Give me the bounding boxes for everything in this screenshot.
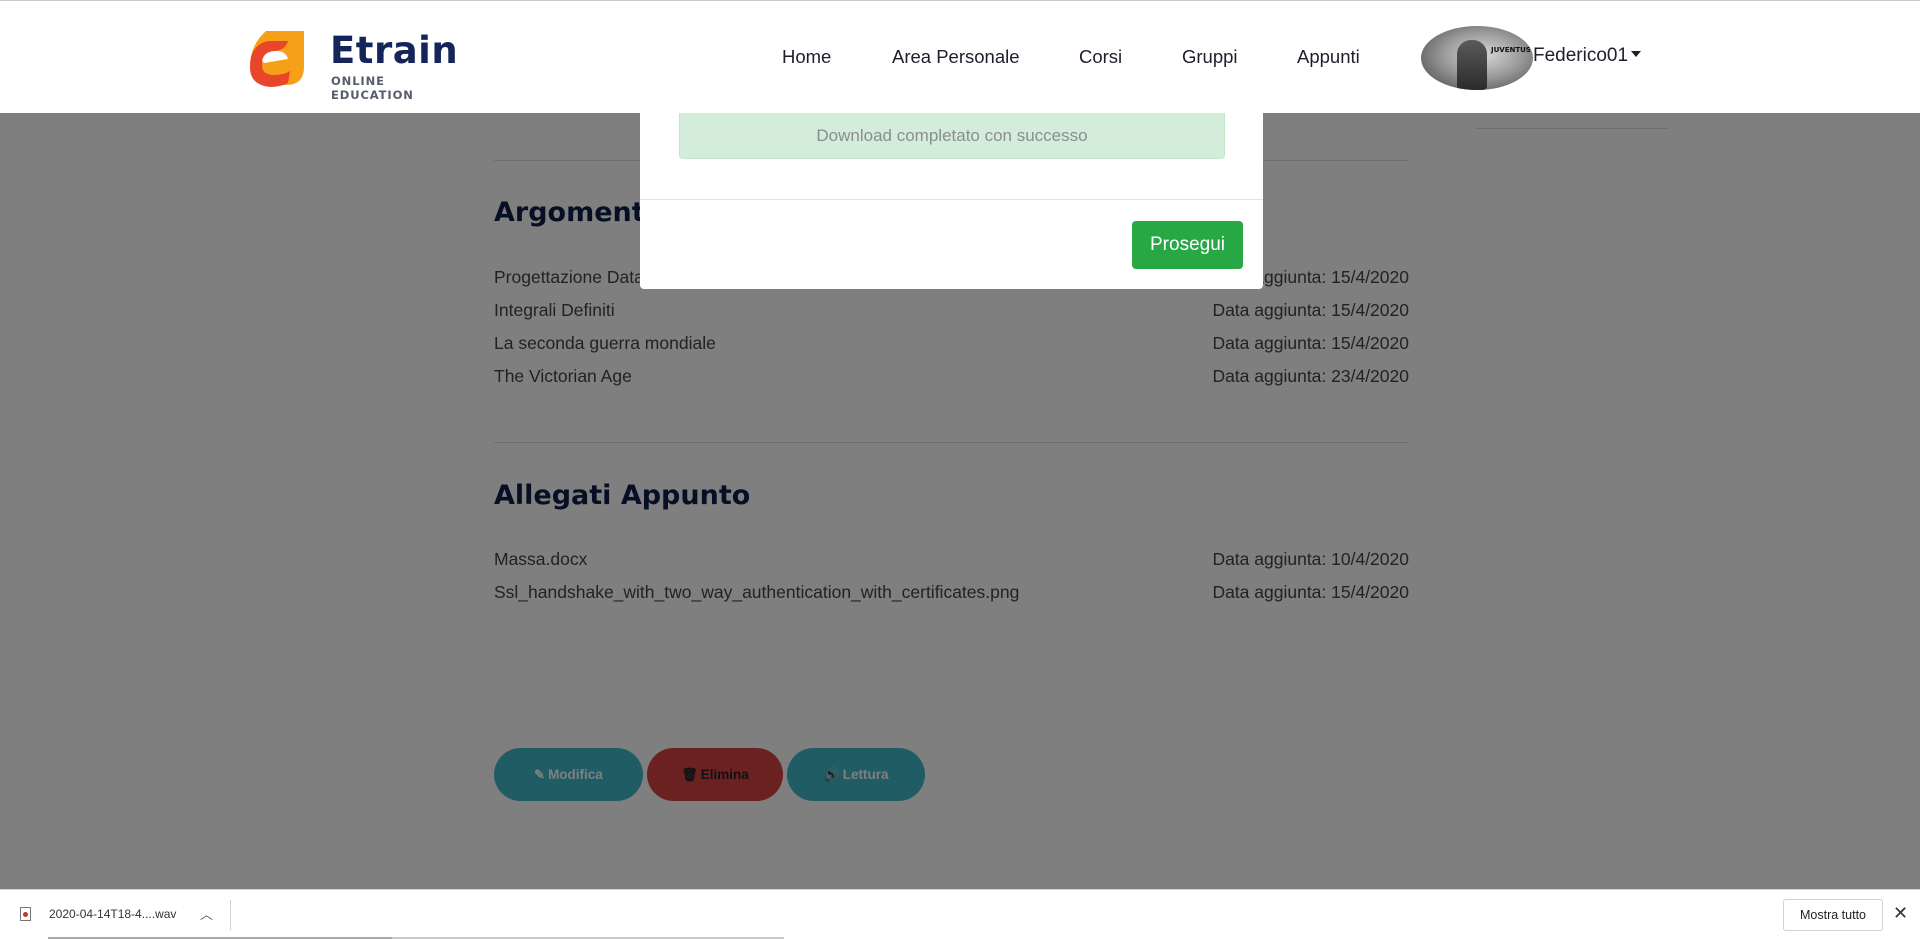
nav-corsi[interactable]: Corsi (1079, 46, 1122, 68)
nav-home[interactable]: Home (782, 46, 831, 68)
etrain-logo-icon (250, 31, 304, 87)
close-icon[interactable]: ✕ (1893, 903, 1908, 924)
modal-footer-divider (640, 199, 1263, 200)
file-icon (20, 907, 31, 921)
avatar-figure (1457, 40, 1487, 90)
chevron-up-icon[interactable]: ︿ (200, 904, 213, 923)
brand-name: Etrain (330, 29, 459, 72)
download-file-name[interactable]: 2020-04-14T18-4....wav (49, 907, 176, 921)
nav-gruppi[interactable]: Gruppi (1182, 46, 1238, 68)
caret-down-icon (1631, 50, 1642, 57)
user-menu-dropdown[interactable]: Federico01 (1533, 45, 1642, 67)
nav-area-personale[interactable]: Area Personale (892, 46, 1020, 68)
brand-tagline: ONLINE EDUCATION (331, 74, 414, 102)
download-modal: Download completato con successo Prosegu… (640, 113, 1263, 289)
brand-logo[interactable]: Etrain ONLINE EDUCATION (246, 27, 459, 102)
site-header: Etrain ONLINE EDUCATION Home Area Person… (0, 0, 1920, 113)
avatar-badge-text: JUVENTUS (1491, 46, 1531, 54)
avatar[interactable]: JUVENTUS (1421, 26, 1533, 90)
prosegui-button[interactable]: Prosegui (1132, 221, 1243, 269)
download-separator (230, 900, 231, 930)
success-alert: Download completato con successo (679, 113, 1225, 159)
download-bar: 2020-04-14T18-4....wav ︿ Mostra tutto ✕ (0, 889, 1920, 939)
user-name: Federico01 (1533, 45, 1629, 66)
show-all-button[interactable]: Mostra tutto (1783, 899, 1883, 931)
nav-appunti[interactable]: Appunti (1297, 46, 1360, 68)
